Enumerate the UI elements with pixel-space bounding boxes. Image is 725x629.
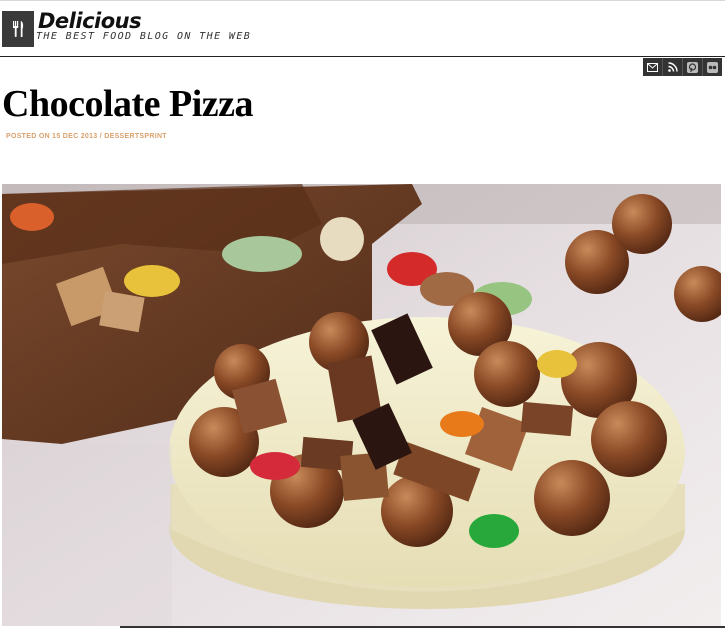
mail-icon	[647, 62, 658, 72]
post-title[interactable]: Chocolate Pizza	[2, 82, 254, 126]
flickr-icon	[707, 61, 718, 73]
flickr-button[interactable]	[703, 58, 722, 76]
fork-knife-icon	[13, 21, 24, 37]
site-title[interactable]: Delicious	[38, 9, 142, 33]
pinterest-button[interactable]	[683, 58, 703, 76]
post-date: POSTED ON 15 DEC 2013 /	[6, 133, 102, 140]
social-icons-bar	[643, 58, 722, 76]
rss-icon	[667, 62, 678, 72]
header-divider	[0, 56, 725, 57]
email-button[interactable]	[643, 58, 663, 76]
top-border	[0, 0, 725, 4]
chocolate-pizza-photo	[2, 184, 721, 626]
content-bottom-rule	[120, 626, 725, 628]
featured-image[interactable]	[2, 184, 721, 626]
post-category-link[interactable]: DESSERTSPRINT	[104, 133, 167, 140]
pinterest-icon	[687, 61, 698, 73]
site-logo[interactable]	[2, 11, 34, 47]
site-tagline: THE BEST FOOD BLOG ON THE WEB	[36, 31, 252, 42]
post-meta: POSTED ON 15 DEC 2013 / DESSERTSPRINT	[6, 133, 167, 140]
site-header: Delicious THE BEST FOOD BLOG ON THE WEB	[0, 5, 725, 57]
rss-button[interactable]	[663, 58, 683, 76]
